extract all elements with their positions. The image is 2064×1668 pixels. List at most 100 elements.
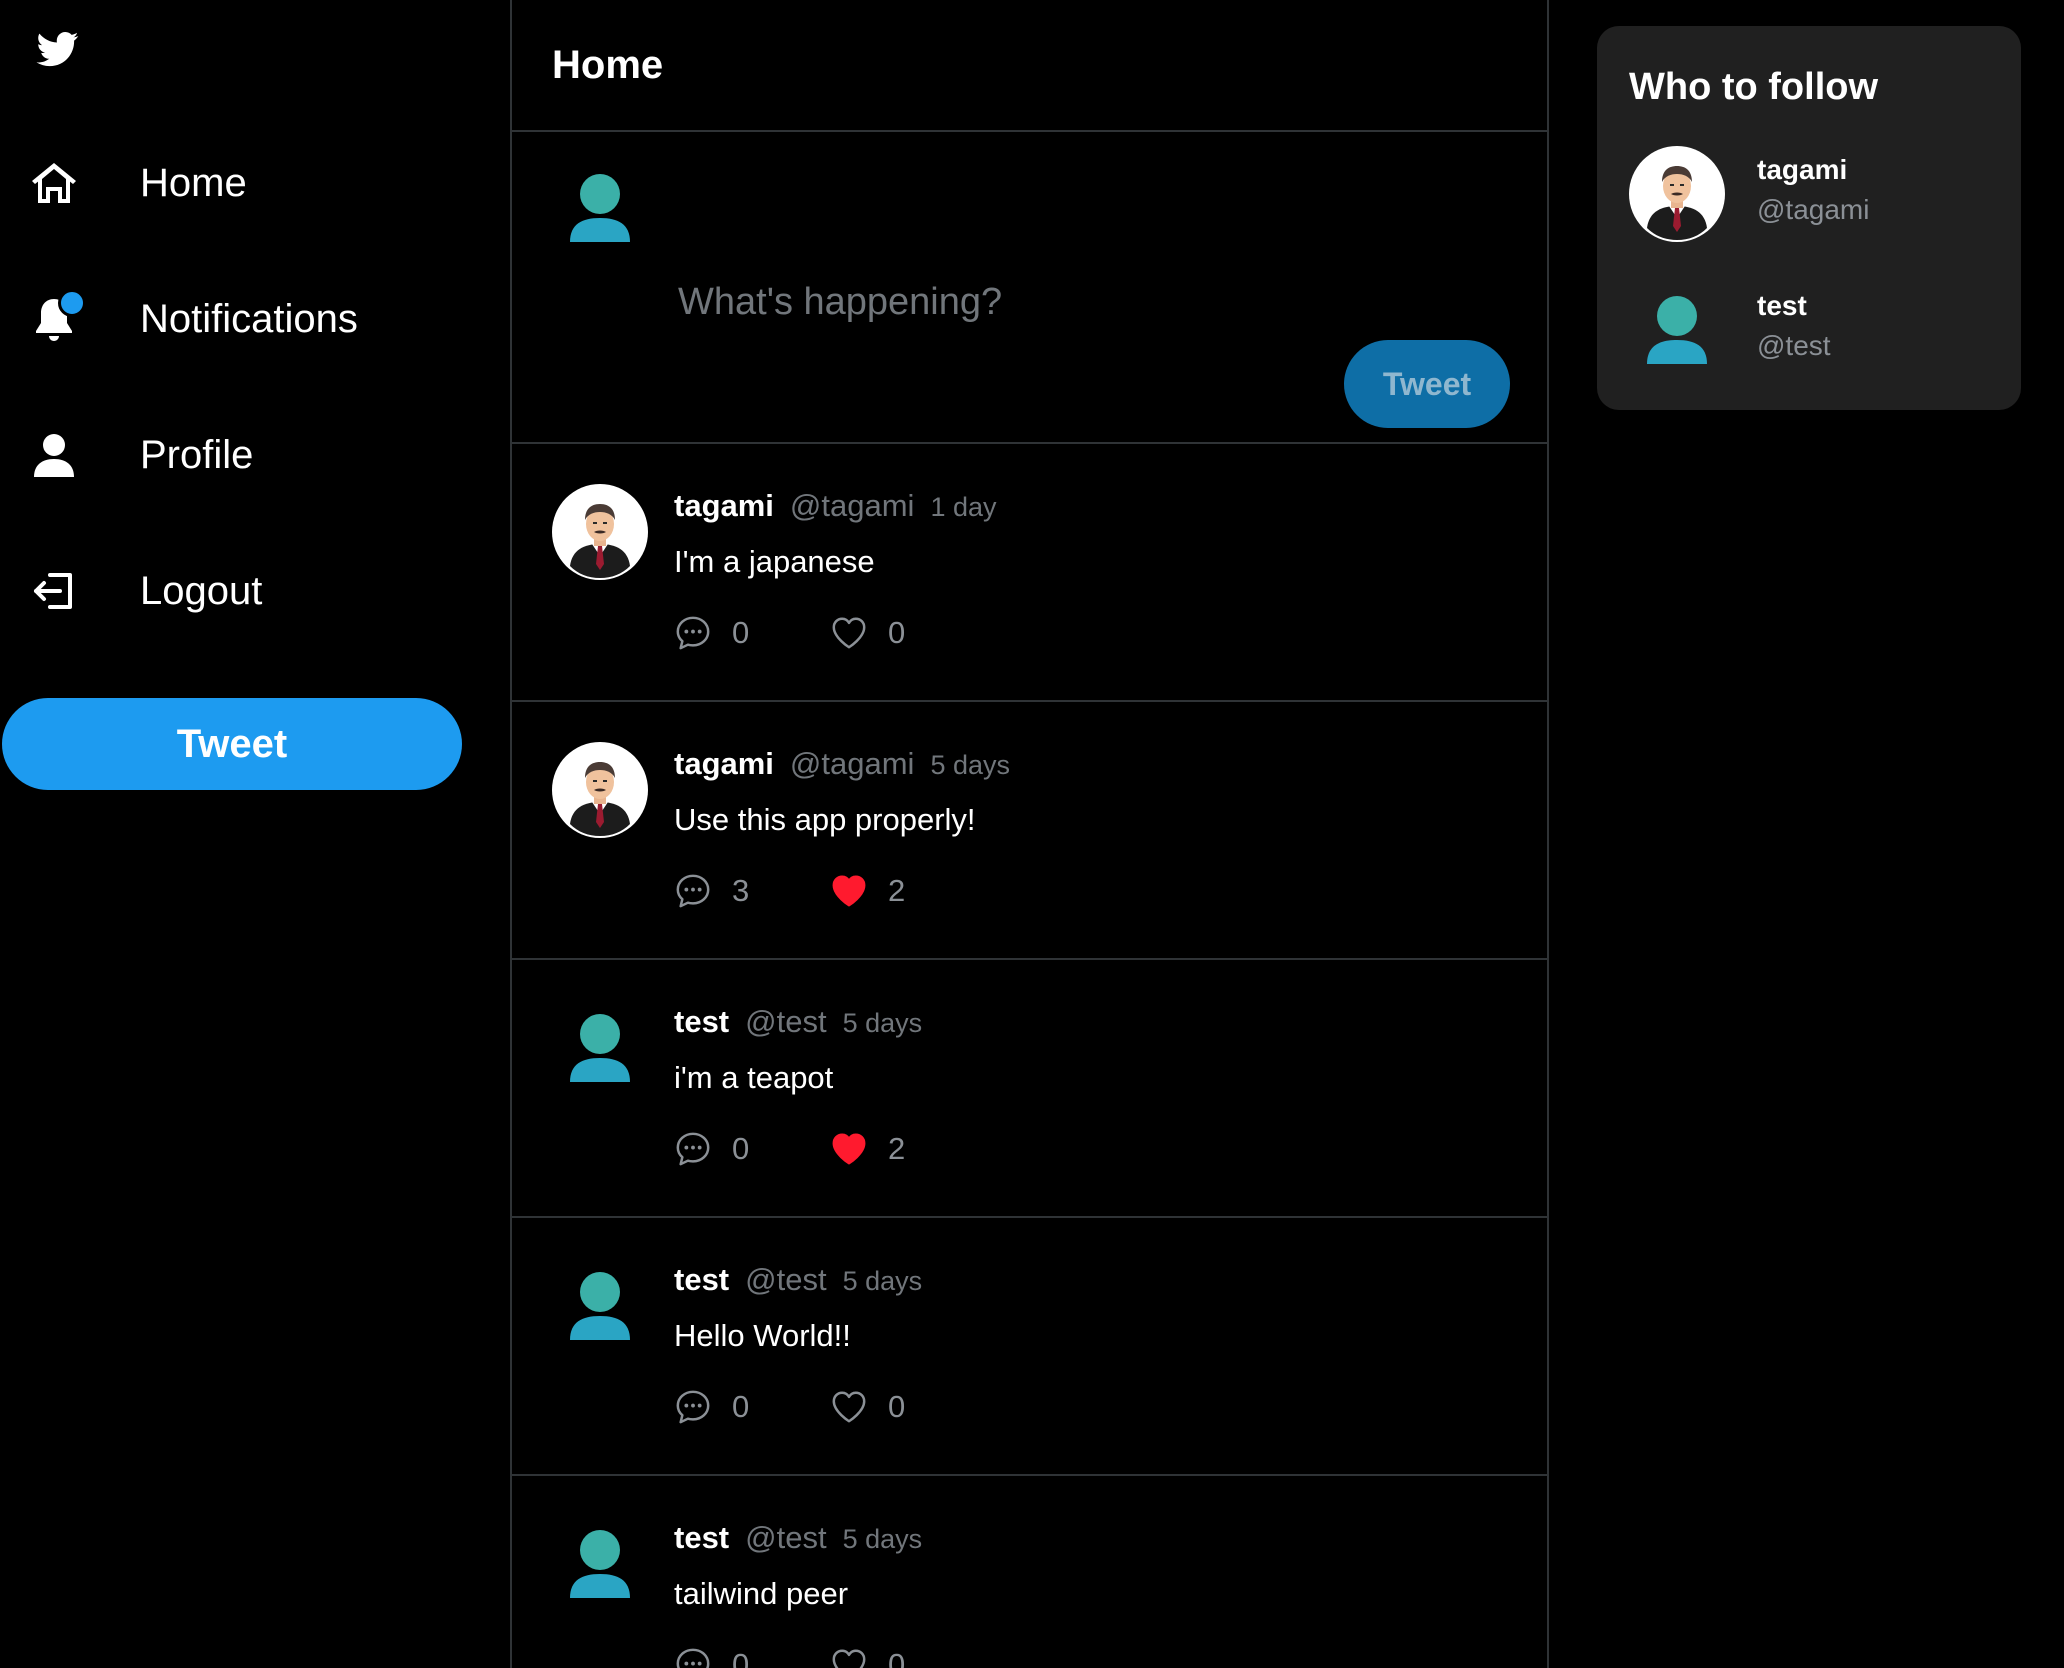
- default-avatar-icon: [570, 1530, 630, 1598]
- follow-name: tagami: [1757, 154, 1848, 185]
- tweet-author-name[interactable]: tagami: [674, 746, 774, 782]
- tweet-author-name[interactable]: test: [674, 1262, 729, 1298]
- reply-count: 0: [732, 1389, 750, 1424]
- reply-icon: [676, 1132, 710, 1166]
- default-avatar-icon: [570, 1014, 630, 1082]
- reply-button[interactable]: 3: [674, 872, 830, 910]
- like-count: 0: [888, 1389, 906, 1424]
- home-icon: [30, 155, 86, 211]
- bell-icon: [30, 289, 86, 347]
- businessman-avatar-icon: [552, 484, 648, 580]
- app-root: Home Notifications Profile Logout Tweet …: [0, 0, 2064, 1668]
- tweet-author-handle[interactable]: @test: [745, 1520, 826, 1556]
- tweet-timestamp: 5 days: [842, 1524, 923, 1554]
- follow-suggestion[interactable]: test @test: [1629, 282, 2009, 382]
- like-button[interactable]: 2: [830, 1130, 905, 1168]
- avatar[interactable]: [552, 484, 648, 580]
- tweet-item[interactable]: test @test 5 days i'm a teapot 0 2: [512, 960, 1547, 1218]
- tweet-item[interactable]: tagami @tagami 1 day I'm a japanese 0 0: [512, 444, 1547, 702]
- like-button[interactable]: 0: [830, 614, 905, 652]
- like-button[interactable]: 2: [830, 872, 905, 910]
- tweet-actions: 00: [674, 1388, 905, 1426]
- reply-icon: [676, 1648, 710, 1668]
- sidebar-item-label: Profile: [140, 432, 254, 477]
- tweet-text: tailwind peer: [674, 1576, 849, 1611]
- tweet-composer: Tweet: [512, 132, 1547, 444]
- like-count: 0: [888, 1647, 906, 1668]
- tweet-timestamp: 1 day: [930, 492, 997, 522]
- tweet-item[interactable]: test @test 5 days Hello World!! 0 0: [512, 1218, 1547, 1476]
- tweet-actions: 32: [674, 872, 905, 910]
- main-feed: Home Tweet tagami @tagami 1 day I'm a japan…: [510, 0, 1549, 1668]
- tweet-actions: 00: [674, 1646, 905, 1668]
- tweet-timestamp: 5 days: [842, 1008, 923, 1038]
- avatar: [1629, 146, 1725, 242]
- tweet-header: test @test 5 days: [674, 1262, 922, 1298]
- reply-icon: [676, 616, 710, 650]
- sidebar-item-logout[interactable]: Logout: [30, 556, 470, 626]
- reply-button[interactable]: 0: [674, 614, 830, 652]
- logout-icon: [30, 563, 86, 619]
- tweet-header: tagami @tagami 1 day: [674, 488, 997, 524]
- tweet-header: test @test 5 days: [674, 1004, 922, 1040]
- sidebar: Home Notifications Profile Logout Tweet: [0, 0, 510, 1668]
- notification-badge: [58, 289, 86, 317]
- compose-tweet-button[interactable]: Tweet: [1344, 340, 1510, 428]
- tweet-header: tagami @tagami 5 days: [674, 746, 1010, 782]
- follow-name: test: [1757, 290, 1807, 321]
- like-button[interactable]: 0: [830, 1646, 905, 1668]
- reply-icon: [676, 874, 710, 908]
- default-avatar-icon: [1647, 296, 1707, 364]
- default-avatar-icon: [570, 174, 630, 242]
- tweet-author-handle[interactable]: @test: [745, 1262, 826, 1298]
- page-title: Home: [552, 42, 664, 87]
- reply-count: 0: [732, 1131, 750, 1166]
- sidebar-item-label: Home: [140, 160, 247, 205]
- tweet-timestamp: 5 days: [842, 1266, 923, 1296]
- tweet-item[interactable]: tagami @tagami 5 days Use this app properly…: [512, 702, 1547, 960]
- avatar[interactable]: [552, 1258, 648, 1354]
- tweet-item[interactable]: test @test 5 days tailwind peer 0 0: [512, 1476, 1547, 1668]
- compose-input[interactable]: [678, 267, 1498, 337]
- avatar[interactable]: [552, 1516, 648, 1612]
- tweet-actions: 00: [674, 614, 905, 652]
- like-count: 0: [888, 615, 906, 650]
- reply-button[interactable]: 0: [674, 1646, 830, 1668]
- follow-suggestion[interactable]: tagami @tagami: [1629, 146, 2009, 246]
- tweet-author-handle[interactable]: @tagami: [790, 488, 915, 524]
- person-icon: [30, 427, 86, 483]
- avatar[interactable]: [552, 1000, 648, 1096]
- avatar: [1629, 282, 1725, 378]
- tweet-text: I'm a japanese: [674, 544, 875, 579]
- heart-filled-icon: [832, 1133, 866, 1165]
- sidebar-tweet-button[interactable]: Tweet: [2, 698, 462, 790]
- like-count: 2: [888, 1131, 906, 1166]
- sidebar-item-notifications[interactable]: Notifications: [30, 284, 470, 354]
- heart-filled-icon: [832, 875, 866, 907]
- reply-button[interactable]: 0: [674, 1130, 830, 1168]
- like-button[interactable]: 0: [830, 1388, 905, 1426]
- sidebar-item-label: Notifications: [140, 296, 358, 341]
- businessman-avatar-icon: [1629, 146, 1725, 242]
- twitter-bird-icon[interactable]: [33, 28, 83, 70]
- reply-count: 3: [732, 873, 750, 908]
- tweet-author-name[interactable]: tagami: [674, 488, 774, 524]
- heart-icon: [832, 617, 866, 649]
- heart-icon: [832, 1391, 866, 1423]
- tweet-author-name[interactable]: test: [674, 1520, 729, 1556]
- tweet-author-handle[interactable]: @test: [745, 1004, 826, 1040]
- sidebar-item-home[interactable]: Home: [30, 148, 470, 218]
- tweet-author-handle[interactable]: @tagami: [790, 746, 915, 782]
- avatar[interactable]: [552, 742, 648, 838]
- who-to-follow-title: Who to follow: [1629, 66, 1879, 108]
- follow-handle: @tagami: [1757, 194, 1870, 225]
- sidebar-item-profile[interactable]: Profile: [30, 420, 470, 490]
- right-sidebar: Who to follow tagami @tagami test @test: [1549, 0, 2064, 1668]
- sidebar-item-label: Logout: [140, 568, 263, 613]
- businessman-avatar-icon: [552, 742, 648, 838]
- tweet-author-name[interactable]: test: [674, 1004, 729, 1040]
- tweet-text: Hello World!!: [674, 1318, 851, 1353]
- tweet-header: test @test 5 days: [674, 1520, 922, 1556]
- tweet-text: i'm a teapot: [674, 1060, 834, 1095]
- reply-button[interactable]: 0: [674, 1388, 830, 1426]
